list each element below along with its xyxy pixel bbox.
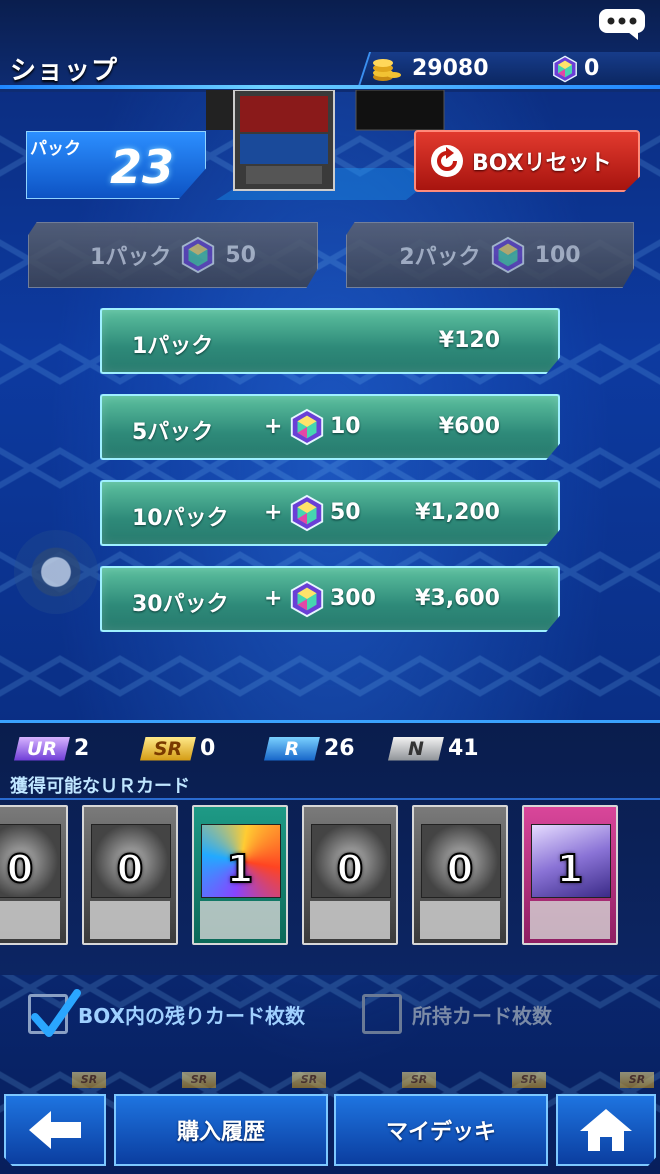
my-deck-button[interactable]: マイデッキ: [334, 1094, 548, 1166]
rarity-count: 41: [448, 736, 479, 761]
n-badge: N: [388, 736, 444, 761]
buy-5-pack-button[interactable]: 5パック + 10 ¥600: [100, 394, 560, 460]
gem-icon: [182, 236, 215, 274]
rarity-ur: UR 2: [14, 736, 89, 761]
r-badge: R: [264, 736, 320, 761]
pack-remaining-count: 23: [110, 140, 175, 194]
card-thumbnail[interactable]: 0: [0, 805, 68, 945]
card-thumbnail[interactable]: 1: [522, 805, 618, 945]
gem-icon: [290, 408, 324, 446]
gem-buy-qty: 2パック: [399, 245, 481, 270]
card-text-box: [420, 901, 500, 939]
sr-badge: SR: [140, 736, 196, 761]
buy-10-pack-button[interactable]: 10パック + 50 ¥1,200: [100, 480, 560, 546]
buy-1-pack-button[interactable]: 1パック ¥120: [100, 308, 560, 374]
box-reset-label: BOXリセット: [472, 151, 612, 176]
price-row-price: ¥1,200: [415, 500, 500, 525]
sr-badge: SR: [292, 1072, 326, 1088]
price-row-qty: 30パック: [132, 592, 229, 617]
gem-icon: [290, 494, 324, 532]
card-count: 0: [336, 846, 364, 892]
card-count: 1: [226, 846, 254, 892]
ur-badge: UR: [14, 736, 70, 761]
card-text-box: [200, 901, 280, 939]
rarity-count: 26: [324, 736, 355, 761]
checkbox[interactable]: [28, 989, 81, 1037]
price-row-qty: 10パック: [132, 506, 229, 531]
rarity-count: 0: [200, 736, 216, 761]
price-row-qty: 5パック: [132, 420, 214, 445]
owned-cards-toggle[interactable]: 所持カード枚数: [362, 994, 552, 1034]
checkmark-icon: [31, 989, 81, 1037]
price-row-bonus: 10: [330, 414, 361, 439]
buy-30-pack-button[interactable]: 30パック + 300 ¥3,600: [100, 566, 560, 632]
sr-badge: SR: [72, 1072, 106, 1088]
ur-section-label: 獲得可能なＵＲカード: [10, 776, 190, 797]
refresh-icon: [431, 145, 463, 177]
price-row-bonus: 50: [330, 500, 361, 525]
card-thumbnail[interactable]: 0: [302, 805, 398, 945]
purchase-history-label: 購入履歴: [176, 1120, 265, 1145]
box-remaining-label: BOX内の残りカード枚数: [78, 1003, 305, 1028]
price-row-bonus: 300: [330, 586, 376, 611]
sr-badge: SR: [402, 1072, 436, 1088]
gem-icon: [553, 55, 577, 83]
header-underline: [0, 85, 660, 89]
card-text-box: [530, 901, 610, 939]
price-row-plus: +: [264, 586, 283, 611]
card-thumbnail[interactable]: 1: [192, 805, 288, 945]
buy-1-pack-gems-button[interactable]: 1パック 50: [28, 222, 318, 288]
price-row-price: ¥120: [438, 328, 500, 353]
sr-badge-strip: SR SR SR SR SR SR: [0, 1072, 660, 1090]
sr-badge: SR: [620, 1072, 654, 1088]
card-text-box: [0, 901, 60, 939]
coin-stack-icon: [373, 59, 401, 81]
price-row-price: ¥3,600: [415, 586, 500, 611]
card-count: 0: [446, 846, 474, 892]
owned-cards-label: 所持カード枚数: [412, 1003, 552, 1028]
chat-bubble-icon[interactable]: [598, 8, 646, 40]
gem-count: 0: [584, 56, 600, 81]
rarity-count: 2: [74, 736, 90, 761]
price-row-plus: +: [264, 500, 283, 525]
sr-badge: SR: [182, 1072, 216, 1088]
page-title: ショップ: [10, 56, 119, 86]
home-icon: [580, 1109, 632, 1151]
gem-buy-cost: 100: [534, 242, 581, 268]
price-row-price: ¥600: [438, 414, 500, 439]
price-row-plus: +: [264, 414, 283, 439]
gem-buy-cost: 50: [225, 242, 256, 268]
rarity-sr: SR 0: [140, 736, 215, 761]
pack-label: パック: [30, 139, 81, 159]
currency-bar: [358, 52, 660, 86]
card-text-box: [310, 901, 390, 939]
card-thumbnail[interactable]: 0: [412, 805, 508, 945]
ur-card-list[interactable]: 0 0 1 0 0 1: [0, 803, 660, 947]
back-button[interactable]: [4, 1094, 106, 1166]
section-divider: [0, 798, 660, 800]
sr-badge: SR: [512, 1072, 546, 1088]
rarity-n: N 41: [388, 736, 479, 761]
gem-buy-qty: 1パック: [90, 245, 172, 270]
booster-pack-image: [206, 90, 446, 200]
coin-count: 29080: [412, 56, 489, 81]
card-count: 1: [556, 846, 584, 892]
arrow-left-icon: [29, 1111, 81, 1149]
gem-icon: [290, 580, 324, 618]
card-thumbnail[interactable]: 0: [82, 805, 178, 945]
home-button[interactable]: [556, 1094, 656, 1166]
card-text-box: [90, 901, 170, 939]
purchase-history-button[interactable]: 購入履歴: [114, 1094, 328, 1166]
my-deck-label: マイデッキ: [385, 1120, 496, 1145]
checkbox[interactable]: [362, 994, 402, 1034]
price-row-qty: 1パック: [132, 334, 214, 359]
side-orb-decoration: [14, 530, 98, 614]
card-count: 0: [6, 846, 34, 892]
box-remaining-toggle[interactable]: BOX内の残りカード枚数: [28, 989, 305, 1037]
box-reset-button[interactable]: BOXリセット: [414, 130, 640, 192]
rarity-r: R 26: [264, 736, 355, 761]
card-count: 0: [116, 846, 144, 892]
buy-2-pack-gems-button[interactable]: 2パック 100: [346, 222, 634, 288]
gem-icon: [491, 236, 524, 274]
